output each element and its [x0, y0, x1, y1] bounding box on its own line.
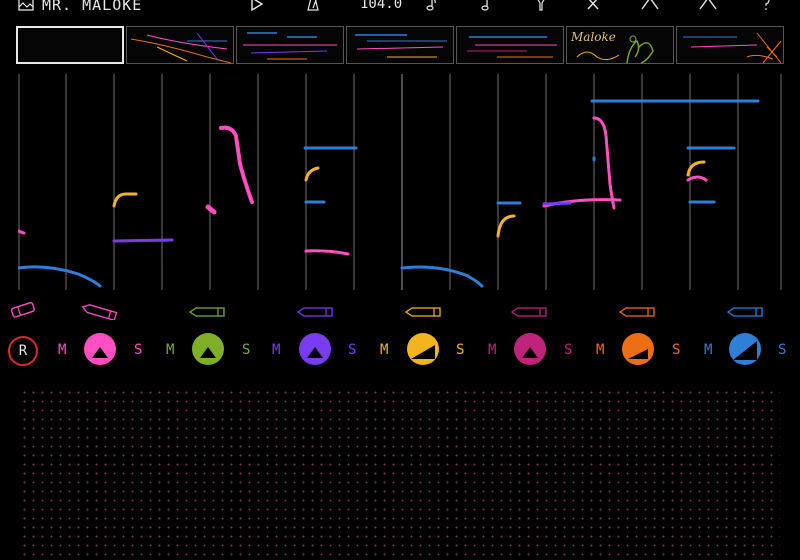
pencil-yellow-icon[interactable] [404, 306, 444, 318]
thumbnail-5[interactable] [456, 26, 564, 64]
play-icon[interactable] [250, 0, 264, 13]
volume-knob-pink[interactable] [84, 333, 116, 365]
mute-button-magenta[interactable]: M [488, 342, 496, 358]
metronome-icon[interactable] [306, 0, 320, 13]
app-title: MR. MALOKE [42, 0, 143, 14]
thumbnail-4[interactable] [346, 26, 454, 64]
thumbnail-7[interactable] [676, 26, 784, 64]
solo-button-orange[interactable]: S [672, 342, 680, 358]
mute-button-purple[interactable]: M [272, 342, 280, 358]
toolbar: MR. MALOKE 104.0 [0, 0, 800, 18]
pencil-magenta-icon[interactable] [510, 306, 550, 318]
pencil-orange-icon[interactable] [618, 306, 658, 318]
solo-button-green[interactable]: S [242, 342, 250, 358]
app-menu-icon[interactable] [18, 0, 34, 12]
clear-icon[interactable] [586, 0, 600, 13]
note-icon[interactable] [424, 0, 438, 13]
thumbnail-6[interactable]: Maloke [566, 26, 674, 64]
mute-button-green[interactable]: M [166, 342, 174, 358]
thumbnail-3[interactable] [236, 26, 344, 64]
pencil-green-icon[interactable] [188, 306, 228, 318]
thumbnail-1[interactable] [16, 26, 124, 64]
volume-knob-purple[interactable] [299, 333, 331, 365]
tools-row [0, 300, 800, 324]
pencil-pink-icon[interactable] [80, 304, 120, 320]
mute-button-orange[interactable]: M [596, 342, 604, 358]
volume-knob-yellow[interactable] [407, 333, 439, 365]
pencil-purple-icon[interactable] [296, 306, 336, 318]
redo-icon[interactable] [698, 0, 718, 13]
dot-grid-pad[interactable] [20, 388, 780, 558]
solo-button-pink[interactable]: S [134, 342, 142, 358]
record-button[interactable]: R [8, 336, 38, 366]
mic-icon[interactable] [534, 0, 548, 13]
beat-gridlines [18, 74, 782, 290]
track-pink-strokes [18, 116, 708, 256]
solo-button-purple[interactable]: S [348, 342, 356, 358]
thumbnail-sketch-text: Maloke [570, 30, 616, 44]
help-icon[interactable] [760, 0, 772, 13]
volume-knob-blue[interactable] [729, 333, 761, 365]
volume-knob-green[interactable] [192, 333, 224, 365]
volume-knob-orange[interactable] [622, 333, 654, 365]
mute-button-blue[interactable]: M [704, 342, 712, 358]
tempo-display[interactable]: 104.0 [360, 0, 402, 12]
undo-icon[interactable] [640, 0, 660, 13]
mute-button-pink[interactable]: M [58, 342, 66, 358]
solo-button-yellow[interactable]: S [456, 342, 464, 358]
piano-roll-canvas[interactable] [18, 74, 782, 290]
pencil-blue-icon[interactable] [726, 306, 766, 318]
thumbnail-2[interactable] [126, 26, 234, 64]
pattern-thumbnails: Maloke [16, 26, 786, 66]
solo-button-blue[interactable]: S [778, 342, 786, 358]
mute-button-yellow[interactable]: M [380, 342, 388, 358]
note-alt-icon[interactable] [478, 0, 492, 13]
solo-button-magenta[interactable]: S [564, 342, 572, 358]
volume-knob-magenta[interactable] [514, 333, 546, 365]
eraser-icon[interactable] [8, 300, 40, 320]
